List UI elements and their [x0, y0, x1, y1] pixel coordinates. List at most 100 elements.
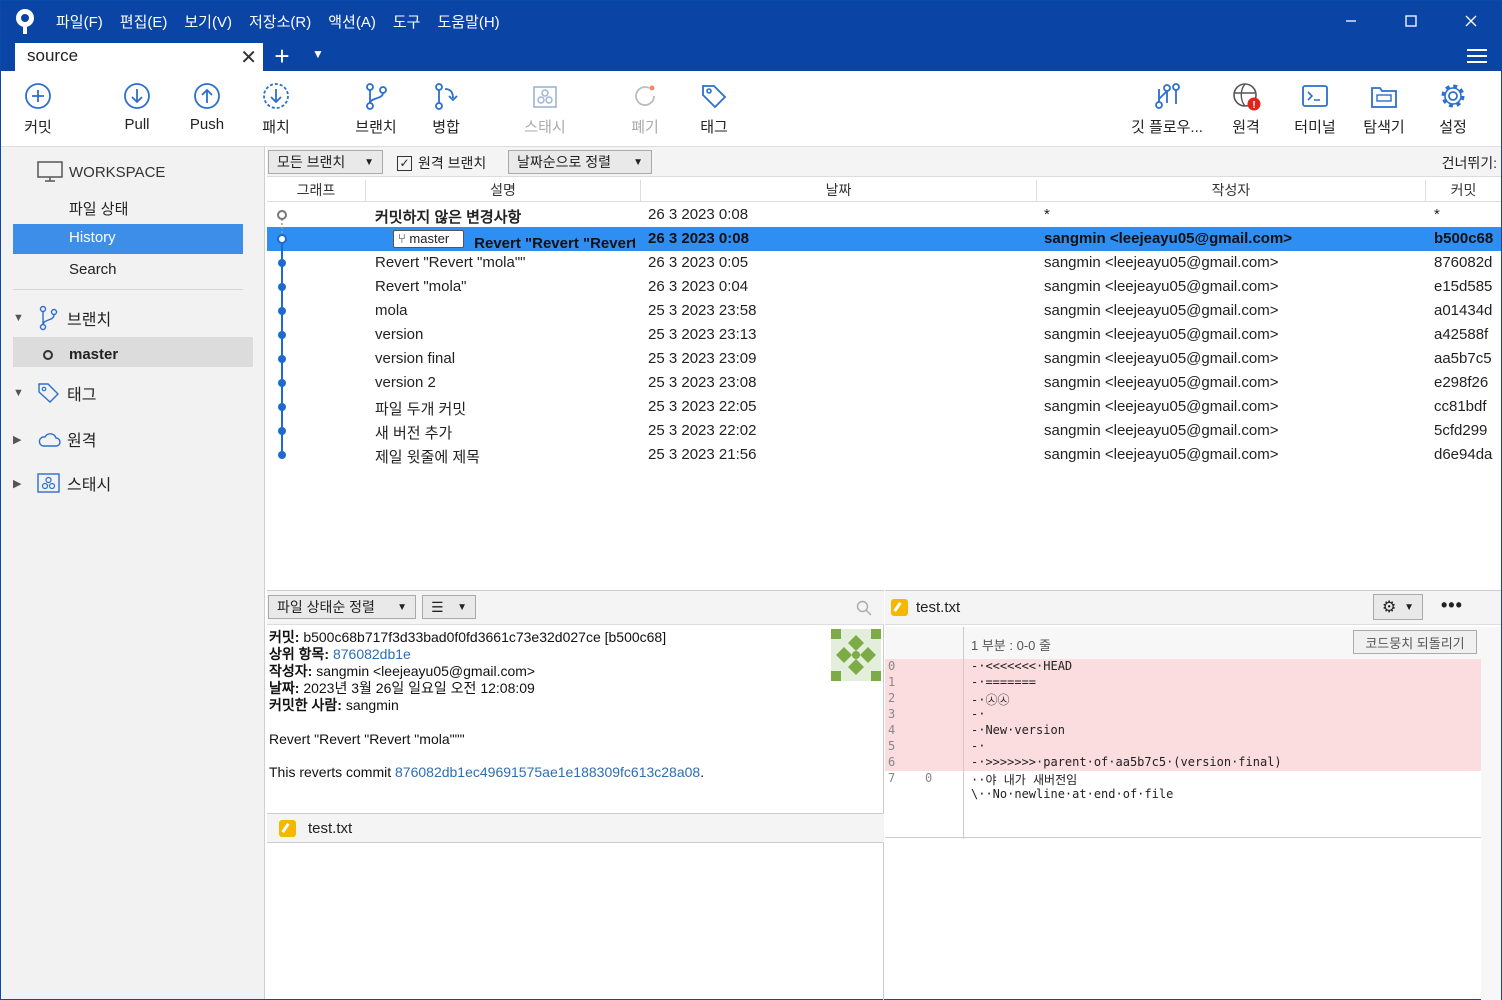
branch-button[interactable]: 브랜치 — [341, 81, 411, 137]
commit-list: 커밋하지 않은 변경사항 26 3 2023 0:08 * * ⑂ master Rev… — [267, 203, 1501, 589]
push-button[interactable]: Push — [172, 81, 242, 133]
explorer-button[interactable]: 탐색기 — [1349, 81, 1419, 137]
commit-node — [278, 427, 286, 435]
revert-hunk-button[interactable]: 코드뭉치 되돌리기 — [1353, 630, 1477, 654]
column-author[interactable]: 작성자 — [1037, 180, 1426, 202]
tag-button[interactable]: 태그 — [679, 81, 749, 137]
commit-author: sangmin <leejeayu05@gmail.com> — [1044, 302, 1279, 319]
menu-tools[interactable]: 도구 — [393, 11, 421, 32]
table-row[interactable]: 파일 두개 커밋 25 3 2023 22:05 sangmin <leejeayu… — [267, 395, 1501, 419]
more-options-icon[interactable]: ••• — [1441, 595, 1463, 616]
table-row[interactable]: version 2 25 3 2023 23:08 sangmin <leejeay… — [267, 371, 1501, 395]
menu-edit[interactable]: 편집(E) — [120, 11, 168, 32]
discard-button[interactable]: 폐기 — [610, 81, 680, 137]
commit-details-panel: 파일 상태순 정렬 ▼ ☰ ▼ 커밋: b500c68b717f3d33bad0f0… — [267, 590, 884, 1000]
diff-scrollbar[interactable] — [1481, 627, 1501, 1000]
menu-help[interactable]: 도움말(H) — [437, 11, 499, 32]
sidebar-section-branches[interactable]: ▼ 브랜치 — [13, 305, 111, 331]
sidebar-section-tags[interactable]: ▼ 태그 — [13, 381, 96, 405]
tab-source[interactable]: source ✕ — [15, 43, 263, 73]
sidebar-item-history[interactable]: History — [13, 224, 243, 254]
discard-label: 폐기 — [631, 119, 659, 136]
table-row[interactable]: 커밋하지 않은 변경사항 26 3 2023 0:08 * * — [267, 203, 1501, 227]
jump-to-label: 건너뛰기: — [1441, 155, 1497, 171]
tag-label: 태그 — [700, 119, 728, 136]
view-mode-dropdown[interactable]: ☰ ▼ — [422, 595, 476, 619]
sidebar-section-remotes[interactable]: ▶ 원격 — [13, 427, 96, 451]
menu-file[interactable]: 파일(F) — [56, 11, 103, 32]
table-row[interactable]: Revert "Revert "mola"" 26 3 2023 0:05 sang… — [267, 251, 1501, 275]
parent-link[interactable]: 876082db1e — [333, 646, 411, 662]
tab-close-icon[interactable]: ✕ — [240, 45, 257, 70]
table-row[interactable]: version final 25 3 2023 23:09 sangmin <lee… — [267, 347, 1501, 371]
cloud-icon — [38, 433, 61, 447]
gitflow-button[interactable]: 깃 플로우... — [1125, 81, 1209, 137]
patch-button[interactable]: 패치 — [241, 81, 311, 137]
table-row[interactable]: mola 25 3 2023 23:58 sangmin <leejeayu05@g… — [267, 299, 1501, 323]
diff-line-context: \··No·newline·at·end·of·file — [971, 787, 1174, 801]
new-tab-button[interactable]: + — [269, 41, 295, 71]
branch-filter-dropdown[interactable]: 모든 브랜치 ▼ — [268, 150, 383, 174]
table-row[interactable]: Revert "mola" 26 3 2023 0:04 sangmin <leej… — [267, 275, 1501, 299]
commit-hash: b500c68 — [1434, 230, 1494, 247]
avatar — [831, 629, 881, 681]
diff-panel: test.txt ⚙ ▼ ••• 1 부분 : 0-0 줄 코드뭉치 되돌리기 0… — [885, 590, 1501, 1000]
remote-branches-checkbox[interactable]: ✓ 원격 브랜치 — [397, 153, 486, 173]
minimize-button[interactable] — [1321, 1, 1381, 41]
menu-action[interactable]: 액션(A) — [328, 11, 376, 32]
hamburger-menu-icon[interactable] — [1467, 45, 1487, 67]
commit-hash: aa5b7c5 — [1434, 350, 1492, 367]
commit-description: ⑂ master Revert "Revert "Revert "mola""" — [393, 230, 635, 252]
diff-options-dropdown[interactable]: ⚙ ▼ — [1373, 594, 1423, 620]
commit-description: Revert "Revert "mola"" — [375, 254, 526, 271]
sidebar-item-search[interactable]: Search — [13, 256, 243, 286]
column-description[interactable]: 설명 — [366, 180, 641, 202]
table-row[interactable]: 새 버전 추가 25 3 2023 22:02 sangmin <leejeayu0… — [267, 419, 1501, 443]
maximize-button[interactable] — [1381, 1, 1441, 41]
commit-node — [278, 355, 286, 363]
sidebar-branch-master[interactable]: master — [13, 337, 253, 367]
author-label: 작성자: — [269, 663, 313, 679]
reverts-link[interactable]: 876082db1ec49691575ae1e188309fc613c28a08 — [395, 764, 700, 780]
commit-node — [278, 403, 286, 411]
app-window: 파일(F) 편집(E) 보기(V) 저장소(R) 액션(A) 도구 도움말(H)… — [0, 0, 1502, 1000]
file-modified-icon — [891, 599, 908, 616]
column-commit[interactable]: 커밋 — [1426, 180, 1501, 202]
diff-hunk-end-divider — [885, 837, 1481, 838]
settings-button[interactable]: 설정 — [1418, 81, 1488, 137]
branch-filter-value: 모든 브랜치 — [277, 154, 346, 170]
sort-dropdown[interactable]: 날짜순으로 정렬 ▼ — [508, 150, 652, 174]
commit-node — [278, 379, 286, 387]
file-list-item[interactable]: test.txt — [267, 813, 884, 843]
menu-repository[interactable]: 저장소(R) — [249, 11, 311, 32]
chevron-down-icon: ▼ — [457, 601, 467, 613]
diff-line-removed: 1 -·======= — [885, 675, 1481, 691]
table-row-selected[interactable]: ⑂ master Revert "Revert "Revert "mola""" 2… — [267, 227, 1501, 252]
merge-button[interactable]: 병합 — [411, 81, 481, 137]
commit-hash: 5cfd299 — [1434, 422, 1488, 439]
commit-button[interactable]: 커밋 — [3, 81, 73, 137]
sidebar-section-stashes[interactable]: ▶ 스태시 — [13, 471, 111, 495]
column-date[interactable]: 날짜 — [641, 180, 1037, 202]
menu-view[interactable]: 보기(V) — [184, 11, 232, 32]
branches-label: 브랜치 — [67, 312, 112, 329]
terminal-icon — [1302, 85, 1328, 107]
table-row[interactable]: 제일 윗줄에 제목 25 3 2023 21:56 sangmin <leejeay… — [267, 443, 1501, 467]
settings-label: 설정 — [1439, 119, 1467, 136]
search-icon[interactable] — [856, 600, 872, 616]
terminal-button[interactable]: 터미널 — [1280, 81, 1350, 137]
chevron-down-icon: ▼ — [397, 601, 407, 613]
remote-button[interactable]: ! 원격 — [1211, 81, 1281, 137]
close-button[interactable] — [1441, 1, 1501, 41]
history-column-headers: 그래프 설명 날짜 작성자 커밋 — [267, 178, 1501, 202]
stash-button[interactable]: 스태시 — [510, 81, 580, 137]
file-sort-dropdown[interactable]: 파일 상태순 정렬 ▼ — [268, 595, 416, 619]
sidebar-item-file-status[interactable]: 파일 상태 — [13, 193, 243, 223]
gear-icon — [1441, 84, 1465, 108]
diff-line-removed: 5 -· — [885, 739, 1481, 755]
commit-author: sangmin <leejeayu05@gmail.com> — [1044, 326, 1279, 343]
tab-dropdown-icon[interactable]: ▼ — [312, 47, 324, 61]
column-graph[interactable]: 그래프 — [267, 180, 366, 202]
pull-button[interactable]: Pull — [102, 81, 172, 133]
table-row[interactable]: version 25 3 2023 23:13 sangmin <leejeayu0… — [267, 323, 1501, 347]
